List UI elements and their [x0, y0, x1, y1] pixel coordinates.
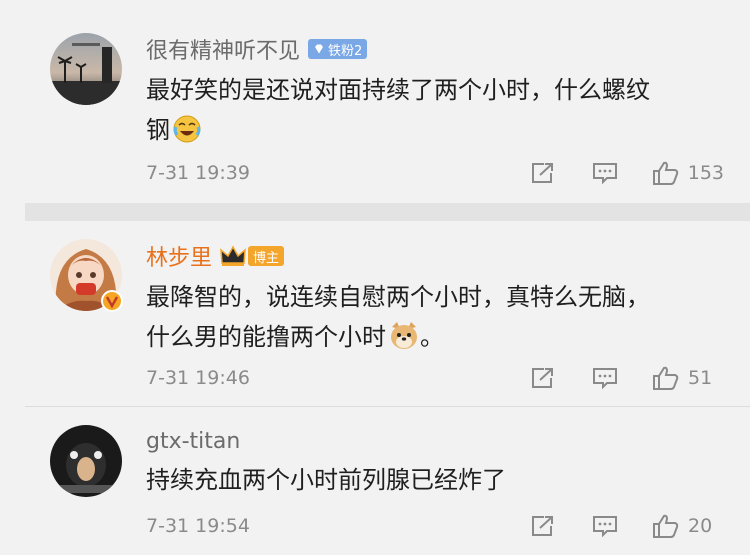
crown-icon: [220, 245, 246, 266]
comment-text-line: 持续充血两个小时前列腺已经炸了: [146, 466, 506, 494]
comment-text-fragment: 钢: [146, 116, 170, 144]
comment-icon: [593, 368, 617, 390]
reply-button[interactable]: [592, 514, 618, 538]
comment-meta: 7-31 19:54 20: [146, 511, 724, 541]
comment-meta: 7-31 19:46 51: [146, 363, 724, 393]
username[interactable]: gtx-titan: [146, 429, 240, 454]
username[interactable]: 林步里: [146, 240, 212, 272]
comment-item: 林步里 博主 最降智的，说连续自慰两个小时，真特么无脑， 什么男的能撸两个小时 …: [0, 221, 750, 407]
comment-text-fragment: 什么男的能撸两个小时: [146, 323, 386, 351]
avatar-image: [50, 33, 122, 105]
share-button[interactable]: [530, 514, 556, 538]
avatar[interactable]: [50, 33, 122, 105]
comment-icon: [593, 516, 617, 538]
timestamp: 7-31 19:46: [146, 367, 250, 389]
share-button[interactable]: [530, 161, 556, 185]
avatar[interactable]: [50, 239, 123, 312]
timestamp: 7-31 19:54: [146, 515, 250, 537]
comment-item: 很有精神听不见 铁粉2 最好笑的是还说对面持续了两个小时，什么螺纹 钢 7-31…: [0, 0, 750, 203]
reply-button[interactable]: [592, 161, 618, 185]
share-icon: [531, 163, 553, 183]
comment-meta: 7-31 19:39 153: [146, 158, 724, 188]
comment-text-line: 钢: [146, 110, 720, 156]
like-count: 51: [688, 367, 713, 389]
like-button[interactable]: 153: [652, 160, 724, 186]
host-badge-label: 博主: [248, 246, 285, 266]
like-button[interactable]: 20: [652, 513, 724, 539]
avatar-image: [50, 239, 123, 312]
comment-text: 最降智的，说连续自慰两个小时，真特么无脑， 什么男的能撸两个小时 。: [146, 277, 720, 363]
laugh-cry-emoji-icon: [172, 114, 202, 156]
like-count: 153: [687, 162, 724, 184]
comment-feed: 很有精神听不见 铁粉2 最好笑的是还说对面持续了两个小时，什么螺纹 钢 7-31…: [0, 0, 750, 555]
fans-badge-label: 铁粉2: [328, 43, 363, 59]
section-separator: [25, 203, 750, 221]
name-row: 林步里 博主: [146, 240, 285, 272]
fans-badge[interactable]: 铁粉2: [308, 39, 368, 59]
comment-text-line: 最降智的，说连续自慰两个小时，真特么无脑，: [146, 283, 650, 311]
diamond-icon: [315, 44, 324, 54]
avatar-image: [50, 425, 122, 497]
comment-text-line: 最好笑的是还说对面持续了两个小时，什么螺纹: [146, 76, 650, 104]
thumbs-up-icon: [653, 514, 679, 538]
comment-item: gtx-titan 持续充血两个小时前列腺已经炸了 7-31 19:54 20: [0, 407, 750, 555]
share-button[interactable]: [530, 366, 556, 390]
thumbs-up-icon: [653, 366, 679, 390]
comment-text: 持续充血两个小时前列腺已经炸了: [146, 460, 720, 500]
doge-emoji-icon: [388, 321, 420, 363]
like-count: 20: [688, 515, 713, 537]
comment-text-fragment: 。: [420, 323, 444, 351]
timestamp: 7-31 19:39: [146, 162, 250, 184]
comment-icon: [592, 163, 617, 185]
comment-text: 最好笑的是还说对面持续了两个小时，什么螺纹 钢: [146, 70, 720, 156]
name-row: 很有精神听不见 铁粉2: [146, 33, 368, 65]
reply-button[interactable]: [592, 366, 618, 390]
avatar[interactable]: [50, 425, 122, 497]
share-icon: [532, 368, 553, 388]
thumbs-up-icon: [652, 161, 678, 185]
name-row: gtx-titan: [146, 426, 240, 456]
like-button[interactable]: 51: [652, 365, 724, 391]
comment-text-line: 什么男的能撸两个小时 。: [146, 317, 720, 363]
share-icon: [532, 516, 553, 536]
host-badge[interactable]: 博主: [220, 245, 285, 267]
username[interactable]: 很有精神听不见: [146, 33, 300, 65]
